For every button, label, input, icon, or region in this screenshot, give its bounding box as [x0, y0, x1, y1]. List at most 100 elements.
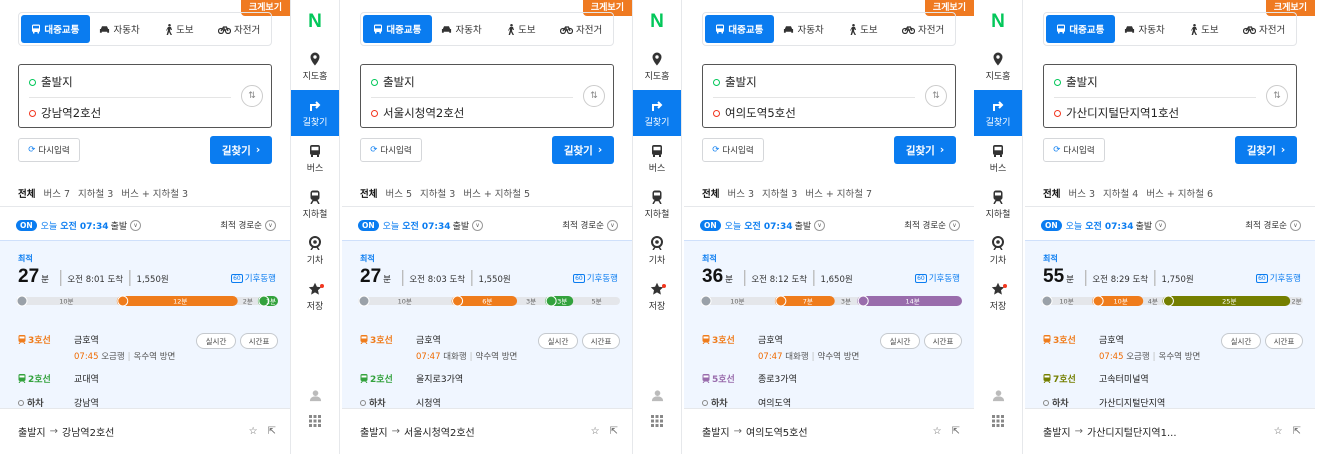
destination-field[interactable]: 강남역2호선 — [29, 105, 101, 121]
rail-item-route[interactable]: 길찾기 — [633, 90, 681, 136]
mode-tab-walk[interactable]: 도보 — [833, 15, 893, 43]
rail-item-subway[interactable]: 지하철 — [633, 182, 681, 228]
find-route-button[interactable]: 길찾기 › — [1235, 136, 1297, 164]
realtime-button[interactable]: 실시간 — [880, 333, 920, 349]
rail-item-train[interactable]: 기차 — [974, 228, 1022, 274]
share-icon[interactable]: ⇱ — [610, 426, 618, 437]
destination-field[interactable]: 여의도역5호선 — [713, 105, 796, 121]
mode-tab-car[interactable]: 자동차 — [774, 15, 834, 43]
sort-dropdown[interactable]: 최적 경로순 ∨ — [1245, 219, 1301, 231]
filter-tab-subway[interactable]: 지하철 3 — [420, 186, 455, 200]
star-outline-icon[interactable]: ☆ — [1274, 426, 1283, 437]
rail-item-map-pin[interactable]: 지도홈 — [974, 44, 1022, 90]
timetable-button[interactable]: 시간표 — [1265, 333, 1303, 349]
rail-item-subway[interactable]: 지하철 — [974, 182, 1022, 228]
destination-field[interactable]: 가산디지털단지역1호선 — [1054, 105, 1179, 121]
find-route-button[interactable]: 길찾기 › — [210, 136, 272, 164]
mode-tab-transit[interactable]: 대중교통 — [1046, 15, 1115, 43]
mode-tab-walk[interactable]: 도보 — [149, 15, 209, 43]
route-result-card[interactable]: 최적 55 분 | 오전 8:29 도착 | 1,750원 60 기후동행 10분… — [1025, 240, 1315, 409]
mode-tab-car[interactable]: 자동차 — [90, 15, 150, 43]
filter-tab-bus-subway[interactable]: 버스 + 지하철 6 — [1146, 186, 1213, 200]
rail-item-route[interactable]: 길찾기 — [291, 90, 339, 136]
filter-tab-bus-subway[interactable]: 버스 + 지하철 5 — [463, 186, 530, 200]
grid-icon[interactable] — [992, 408, 1004, 434]
rail-item-map-pin[interactable]: 지도홈 — [291, 44, 339, 90]
reset-input-button[interactable]: ⟳ 다시입력 — [360, 138, 422, 162]
mode-tab-bike[interactable]: 자전거 — [1234, 15, 1294, 43]
rail-item-subway[interactable]: 지하철 — [291, 182, 339, 228]
share-icon[interactable]: ⇱ — [952, 426, 960, 437]
filter-tab-all[interactable]: 전체 — [702, 186, 719, 200]
filter-tab-all[interactable]: 전체 — [1043, 186, 1060, 200]
filter-tab-subway[interactable]: 지하철 4 — [1103, 186, 1138, 200]
sort-dropdown[interactable]: 최적 경로순 ∨ — [904, 219, 960, 231]
route-result-card[interactable]: 최적 27 분 | 오전 8:01 도착 | 1,550원 60 기후동행 10분… — [0, 240, 290, 409]
origin-field[interactable]: 출발지 — [29, 74, 73, 90]
mode-tab-bike[interactable]: 자전거 — [551, 15, 611, 43]
chevron-down-icon[interactable]: ∨ — [130, 219, 142, 231]
naver-logo[interactable]: N — [291, 0, 339, 44]
mode-tab-car[interactable]: 자동차 — [1115, 15, 1175, 43]
origin-field[interactable]: 출발지 — [1054, 74, 1098, 90]
timetable-button[interactable]: 시간표 — [924, 333, 962, 349]
rail-item-bus[interactable]: 버스 — [633, 136, 681, 182]
rail-item-map-pin[interactable]: 지도홈 — [633, 44, 681, 90]
chevron-down-icon[interactable]: ∨ — [472, 219, 484, 231]
naver-logo[interactable]: N — [633, 0, 681, 44]
share-icon[interactable]: ⇱ — [1293, 426, 1301, 437]
naver-logo[interactable]: N — [974, 0, 1022, 44]
filter-tab-subway[interactable]: 지하철 3 — [762, 186, 797, 200]
filter-tab-bus[interactable]: 버스 3 — [1068, 186, 1095, 200]
chevron-down-icon[interactable]: ∨ — [1155, 219, 1167, 231]
destination-field[interactable]: 서울시청역2호선 — [371, 105, 464, 121]
mode-tab-walk[interactable]: 도보 — [491, 15, 551, 43]
mode-tab-car[interactable]: 자동차 — [432, 15, 492, 43]
rail-item-train[interactable]: 기차 — [633, 228, 681, 274]
departure-time[interactable]: 오전 07:34 — [60, 219, 108, 232]
mode-tab-transit[interactable]: 대중교통 — [21, 15, 90, 43]
timetable-button[interactable]: 시간표 — [582, 333, 620, 349]
on-toggle[interactable]: ON — [358, 219, 379, 231]
filter-tab-subway[interactable]: 지하철 3 — [78, 186, 113, 200]
star-outline-icon[interactable]: ☆ — [933, 426, 942, 437]
route-result-card[interactable]: 최적 36 분 | 오전 8:12 도착 | 1,650원 60 기후동행 10분… — [684, 240, 974, 409]
filter-tab-all[interactable]: 전체 — [360, 186, 377, 200]
user-icon[interactable] — [992, 382, 1005, 408]
user-icon[interactable] — [651, 382, 664, 408]
filter-tab-bus[interactable]: 버스 3 — [727, 186, 754, 200]
filter-tab-bus[interactable]: 버스 5 — [385, 186, 412, 200]
star-outline-icon[interactable]: ☆ — [249, 426, 258, 437]
realtime-button[interactable]: 실시간 — [1221, 333, 1261, 349]
realtime-button[interactable]: 실시간 — [538, 333, 578, 349]
user-icon[interactable] — [309, 382, 322, 408]
grid-icon[interactable] — [651, 408, 663, 434]
on-toggle[interactable]: ON — [700, 219, 721, 231]
rail-item-star[interactable]: 저장 — [633, 274, 681, 320]
filter-tab-all[interactable]: 전체 — [18, 186, 35, 200]
departure-time[interactable]: 오전 07:34 — [1085, 219, 1133, 232]
swap-icon[interactable]: ⇅ — [241, 85, 263, 107]
grid-icon[interactable] — [309, 408, 321, 434]
rail-item-route[interactable]: 길찾기 — [974, 90, 1022, 136]
share-icon[interactable]: ⇱ — [268, 426, 276, 437]
rail-item-star[interactable]: 저장 — [291, 274, 339, 320]
chevron-down-icon[interactable]: ∨ — [814, 219, 826, 231]
sort-dropdown[interactable]: 최적 경로순 ∨ — [220, 219, 276, 231]
rail-item-train[interactable]: 기차 — [291, 228, 339, 274]
find-route-button[interactable]: 길찾기 › — [552, 136, 614, 164]
filter-tab-bus[interactable]: 버스 7 — [43, 186, 70, 200]
on-toggle[interactable]: ON — [16, 219, 37, 231]
reset-input-button[interactable]: ⟳ 다시입력 — [18, 138, 80, 162]
mode-tab-transit[interactable]: 대중교통 — [705, 15, 774, 43]
rail-item-bus[interactable]: 버스 — [291, 136, 339, 182]
departure-time[interactable]: 오전 07:34 — [744, 219, 792, 232]
realtime-button[interactable]: 실시간 — [196, 333, 236, 349]
departure-time[interactable]: 오전 07:34 — [402, 219, 450, 232]
origin-field[interactable]: 출발지 — [371, 74, 415, 90]
reset-input-button[interactable]: ⟳ 다시입력 — [1043, 138, 1105, 162]
swap-icon[interactable]: ⇅ — [1266, 85, 1288, 107]
mode-tab-transit[interactable]: 대중교통 — [363, 15, 432, 43]
origin-field[interactable]: 출발지 — [713, 74, 757, 90]
swap-icon[interactable]: ⇅ — [925, 85, 947, 107]
